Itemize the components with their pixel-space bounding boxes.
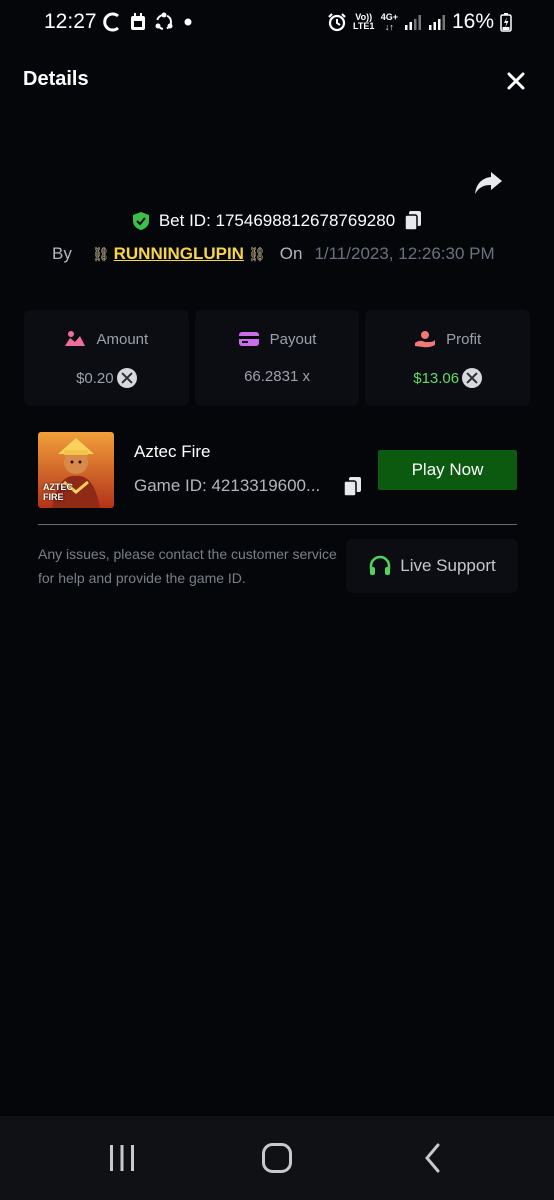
stat-amount: Amount $0.20	[24, 310, 189, 406]
recents-icon	[110, 1145, 134, 1171]
copy-icon	[343, 477, 361, 497]
currency-coin-icon	[462, 368, 483, 388]
game-id: Game ID: 4213319600...	[134, 476, 321, 495]
thumb-title-line2: FIRE	[43, 492, 64, 502]
copy-icon[interactable]	[403, 210, 423, 232]
stat-payout: Payout 66.2831 x	[194, 310, 360, 406]
recents-button[interactable]	[97, 1138, 147, 1178]
home-button[interactable]	[252, 1138, 302, 1178]
page-title: Details	[23, 68, 89, 90]
c-icon	[103, 12, 119, 32]
status-time: 12:27	[44, 10, 97, 33]
share-button[interactable]	[472, 168, 504, 198]
chain-decoration: ⛓	[91, 245, 110, 262]
signal-icon	[428, 15, 445, 30]
share-icon	[475, 172, 502, 194]
copy-game-id-button[interactable]	[342, 476, 364, 498]
verified-shield-icon	[132, 212, 149, 230]
network-label: Vo)) LTE1	[353, 12, 375, 31]
amount-label: Amount	[96, 330, 149, 348]
card-icon	[238, 332, 259, 346]
currency-coin-icon	[116, 368, 137, 388]
game-name: Aztec Fire	[134, 442, 211, 461]
live-support-label: Live Support	[400, 556, 496, 575]
network-labels: Vo)) LTE1	[353, 13, 375, 31]
status-left-icons	[102, 10, 194, 34]
back-button[interactable]	[408, 1138, 458, 1178]
status-right-icons: Vo)) LTE1 4G+ ↓↑ 16%	[327, 10, 512, 34]
headphones-icon	[370, 555, 391, 575]
close-icon	[507, 72, 525, 90]
calendar-icon	[131, 13, 145, 30]
chain-decoration: ⛓	[247, 245, 266, 262]
play-now-button[interactable]: Play Now	[378, 450, 517, 490]
bet-meta-row: By ⛓ RUNNINGLUPIN ⛓ On 1/11/2023, 12:26:…	[52, 242, 495, 266]
profit-hand-icon	[415, 331, 436, 348]
stat-profit: Profit $13.06	[365, 310, 531, 406]
data-arrows-icon: ↓↑	[384, 22, 394, 32]
bet-id: Bet ID: 1754698812678769280	[158, 211, 396, 230]
amount-value: $0.20	[76, 369, 114, 387]
profit-value: $13.06	[413, 369, 460, 387]
payout-value: 66.2831 x	[244, 368, 310, 385]
close-button[interactable]	[503, 68, 529, 94]
system-nav-bar	[0, 1116, 554, 1200]
amount-icon	[65, 331, 86, 346]
network-type: 4G+ ↓↑	[381, 12, 398, 32]
network-type-label: 4G+	[380, 12, 398, 22]
alarm-icon	[327, 13, 346, 32]
sync-icon	[155, 12, 173, 30]
help-text: Any issues, please contact the customer …	[38, 546, 337, 586]
dot-icon	[184, 18, 192, 26]
back-icon	[425, 1143, 440, 1173]
username-link[interactable]: RUNNINGLUPIN	[114, 244, 244, 264]
game-thumbnail[interactable]: AZTEC FIRE	[38, 432, 114, 508]
profit-label: Profit	[446, 330, 482, 348]
status-bar: 12:27 Vo)) LTE1 4G+ ↓↑ 16%	[0, 0, 554, 44]
bet-id-row: Bet ID: 1754698812678769280	[0, 208, 554, 234]
battery-percent: 16%	[451, 10, 494, 33]
payout-label: Payout	[269, 330, 317, 348]
bet-date: 1/11/2023, 12:26:30 PM	[314, 244, 495, 263]
home-icon	[262, 1143, 292, 1173]
live-support-button[interactable]: Live Support	[346, 539, 518, 593]
by-label: By	[52, 244, 72, 263]
divider	[38, 524, 517, 525]
stats-row: Amount $0.20 Payout 66.2831 x Profit $13…	[24, 310, 531, 406]
on-label: On	[279, 244, 303, 263]
thumb-title-line1: AZTEC	[43, 482, 73, 492]
signal-icon	[404, 15, 421, 30]
battery-charging-icon	[500, 13, 512, 32]
